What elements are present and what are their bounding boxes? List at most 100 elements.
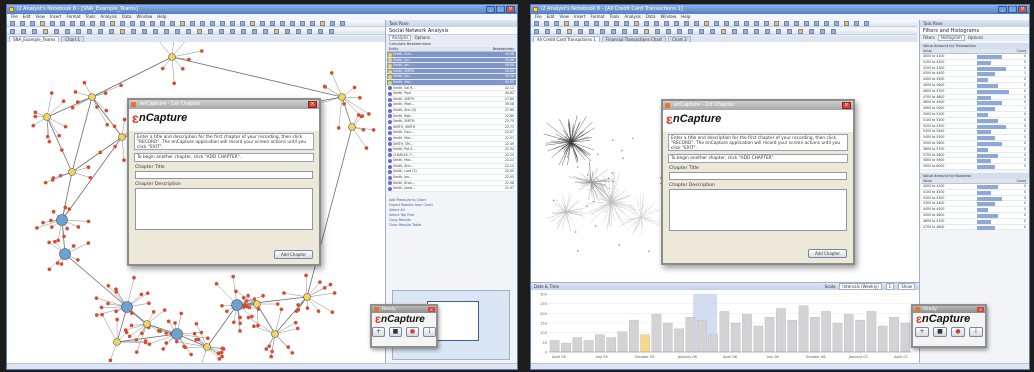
- network-node[interactable]: [329, 71, 334, 75]
- network-node[interactable]: [112, 124, 117, 129]
- network-node[interactable]: [33, 110, 38, 115]
- column-value[interactable]: Value: [921, 49, 985, 53]
- toolbar-button-icon[interactable]: [721, 29, 726, 34]
- minimize-button[interactable]: _: [486, 6, 495, 13]
- network-node[interactable]: [250, 314, 254, 319]
- network-node[interactable]: [100, 312, 104, 317]
- toolbar-button-icon[interactable]: [644, 21, 649, 26]
- network-node[interactable]: [67, 207, 72, 211]
- transaction-link[interactable]: [570, 141, 594, 151]
- network-node[interactable]: [124, 330, 129, 335]
- toolbar-button-icon[interactable]: [798, 29, 803, 34]
- network-hub-node[interactable]: [121, 301, 133, 313]
- toolbar-button-icon[interactable]: [70, 21, 75, 26]
- network-node[interactable]: [86, 219, 91, 224]
- network-node[interactable]: [94, 296, 99, 300]
- timeline-bar[interactable]: [877, 325, 888, 353]
- toolbar-button-icon[interactable]: [534, 29, 539, 34]
- timeline-bar[interactable]: [583, 340, 594, 353]
- plus-icon[interactable]: +: [372, 327, 385, 337]
- toolbar-button-icon[interactable]: [694, 21, 699, 26]
- network-node[interactable]: [295, 326, 300, 331]
- toolbar-button-icon[interactable]: [329, 29, 334, 34]
- transaction-node[interactable]: [565, 138, 568, 141]
- network-node[interactable]: [53, 240, 57, 244]
- toolbar-button-icon[interactable]: [655, 29, 660, 34]
- toolbar-button-icon[interactable]: [567, 29, 572, 34]
- toolbar-button-icon[interactable]: [330, 21, 335, 26]
- network-node[interactable]: [231, 274, 235, 279]
- toolbar-button-icon[interactable]: [10, 29, 15, 34]
- network-node[interactable]: [279, 307, 284, 312]
- timeline-show-select[interactable]: Show: [898, 283, 915, 290]
- toolbar-button-icon[interactable]: [614, 21, 619, 26]
- toolbar-button-icon[interactable]: [100, 21, 105, 26]
- network-hub-node[interactable]: [118, 133, 126, 141]
- timeline-bar[interactable]: [662, 322, 673, 353]
- network-node[interactable]: [41, 220, 45, 225]
- network-node[interactable]: [122, 117, 127, 122]
- network-node[interactable]: [238, 315, 242, 320]
- network-node[interactable]: [115, 317, 119, 322]
- network-node[interactable]: [179, 311, 184, 316]
- toolbar-button-icon[interactable]: [87, 29, 92, 34]
- network-node[interactable]: [143, 339, 148, 343]
- network-hub-node[interactable]: [59, 248, 71, 260]
- network-node[interactable]: [56, 238, 60, 243]
- network-node[interactable]: [316, 309, 321, 314]
- toolbar-button-icon[interactable]: [699, 29, 704, 34]
- network-hub-node[interactable]: [68, 168, 76, 176]
- network-node[interactable]: [187, 57, 191, 62]
- toolbar-button-icon[interactable]: [230, 29, 235, 34]
- toolbar-button-icon[interactable]: [131, 29, 136, 34]
- network-node[interactable]: [161, 347, 166, 351]
- network-hub-node[interactable]: [253, 300, 261, 308]
- network-node[interactable]: [60, 148, 64, 152]
- maximize-button[interactable]: □: [1008, 6, 1017, 13]
- toolbar-button-icon[interactable]: [76, 29, 81, 34]
- network-node[interactable]: [156, 329, 161, 333]
- toolbar-button-icon[interactable]: [574, 21, 579, 26]
- toolbar-button-icon[interactable]: [564, 21, 569, 26]
- toolbar-button-icon[interactable]: [160, 21, 165, 26]
- network-node[interactable]: [88, 175, 93, 180]
- network-node[interactable]: [322, 84, 327, 89]
- timeline-bar[interactable]: [866, 311, 877, 353]
- network-node[interactable]: [194, 321, 199, 326]
- network-node[interactable]: [172, 81, 176, 86]
- network-node[interactable]: [86, 165, 91, 170]
- transaction-link[interactable]: [640, 201, 655, 218]
- toolbar-button-icon[interactable]: [170, 21, 175, 26]
- tab-filter-options[interactable]: Options: [968, 35, 983, 41]
- network-node[interactable]: [105, 123, 109, 127]
- network-node[interactable]: [352, 85, 357, 90]
- record-icon[interactable]: ●: [406, 327, 419, 337]
- network-node[interactable]: [220, 346, 225, 351]
- timeline-bar[interactable]: [810, 317, 820, 353]
- network-node[interactable]: [113, 144, 117, 149]
- transaction-node[interactable]: [576, 250, 579, 252]
- timeline-bar[interactable]: [798, 305, 809, 353]
- toolbar-button-icon[interactable]: [50, 21, 55, 26]
- network-node[interactable]: [234, 289, 238, 294]
- toolbar-button-icon[interactable]: [844, 21, 849, 26]
- network-link[interactable]: [331, 72, 343, 98]
- network-node[interactable]: [217, 357, 222, 361]
- table-row[interactable]: Smith, Jame... 21.97: [387, 186, 516, 192]
- close-button[interactable]: ×: [1018, 6, 1027, 13]
- network-hub-node[interactable]: [303, 293, 311, 301]
- transaction-node[interactable]: [576, 166, 579, 168]
- toolbar-button-icon[interactable]: [674, 21, 679, 26]
- toolbar-button-icon[interactable]: [274, 29, 279, 34]
- network-node[interactable]: [51, 176, 56, 180]
- toolbar-button-icon[interactable]: [80, 21, 85, 26]
- toolbar-button-icon[interactable]: [834, 21, 839, 26]
- network-node[interactable]: [328, 282, 333, 287]
- network-node[interactable]: [86, 241, 91, 245]
- column-count[interactable]: Count: [985, 49, 1028, 53]
- network-hub-node[interactable]: [56, 214, 68, 226]
- network-link[interactable]: [100, 136, 123, 153]
- toolbar-button-icon[interactable]: [210, 21, 215, 26]
- network-node[interactable]: [275, 302, 280, 306]
- ready-close-button[interactable]: ×: [428, 307, 435, 312]
